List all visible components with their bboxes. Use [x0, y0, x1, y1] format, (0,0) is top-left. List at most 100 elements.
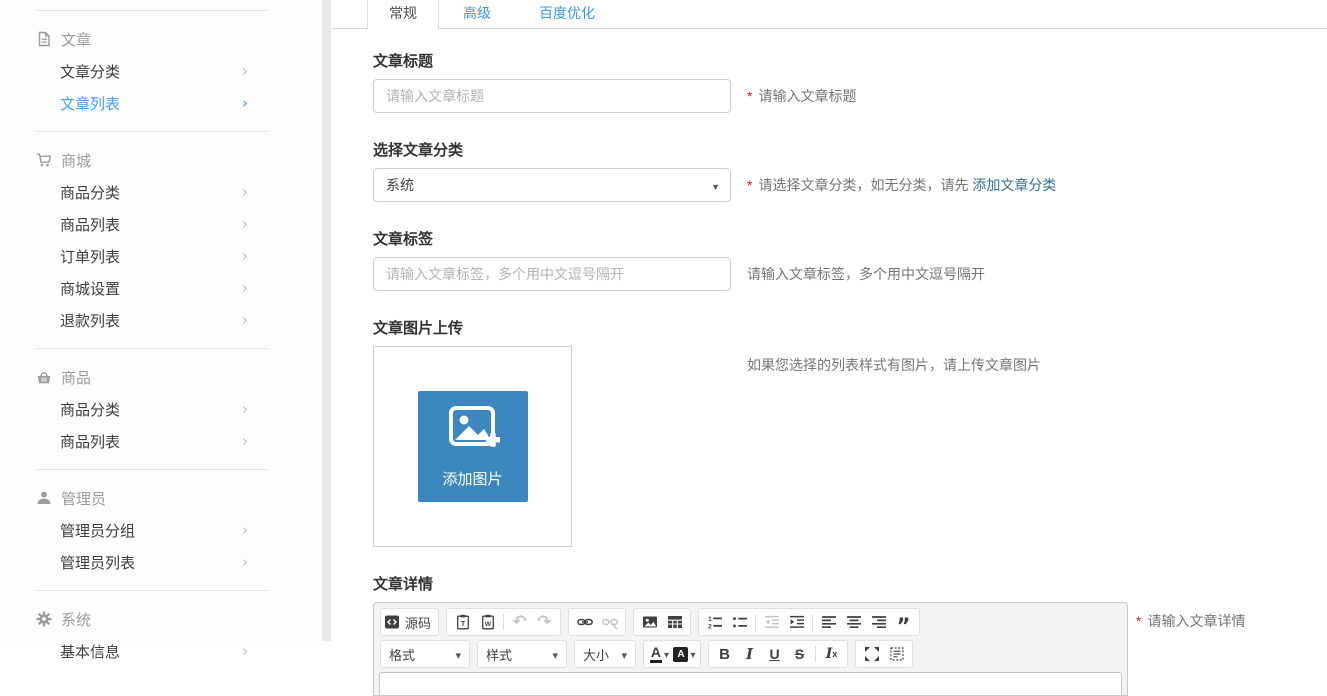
- sidebar-item-admin-group[interactable]: 管理员分组: [0, 514, 322, 546]
- article-title-input[interactable]: [373, 79, 731, 113]
- font-size-dropdown[interactable]: 大小: [574, 640, 636, 668]
- svg-text:W: W: [484, 621, 491, 628]
- undo-icon: ↶: [512, 614, 526, 631]
- bulleted-list-icon: [732, 614, 748, 630]
- basket-icon: [36, 369, 52, 385]
- align-center-button[interactable]: [841, 610, 866, 634]
- section-label: 系统: [61, 609, 91, 630]
- article-form: 文章标题 *请输入文章标题 选择文章分类 系统: [331, 29, 1327, 696]
- svg-text:T: T: [460, 619, 465, 628]
- table-icon: [667, 614, 683, 630]
- unlink-button[interactable]: [597, 610, 622, 634]
- decrease-indent-button[interactable]: [759, 610, 784, 634]
- background-color-button[interactable]: A: [672, 642, 697, 666]
- sidebar-item-product-category[interactable]: 商品分类: [0, 393, 322, 425]
- sidebar-section-mall[interactable]: 商城: [0, 144, 322, 176]
- align-left-button[interactable]: [816, 610, 841, 634]
- style-dropdown[interactable]: 样式: [477, 640, 567, 668]
- sidebar-item-refund-list[interactable]: 退款列表: [0, 304, 322, 336]
- paste-word-icon: W: [480, 614, 496, 630]
- align-right-icon: [871, 614, 887, 630]
- redo-button[interactable]: ↷: [532, 610, 557, 634]
- sidebar-section-product[interactable]: 商品: [0, 361, 322, 393]
- italic-button[interactable]: I: [737, 642, 762, 666]
- add-image-icon: [445, 404, 501, 461]
- align-right-button[interactable]: [866, 610, 891, 634]
- strikethrough-button[interactable]: S: [787, 642, 812, 666]
- tab-baidu-seo[interactable]: 百度优化: [515, 0, 619, 28]
- link-button[interactable]: [572, 610, 597, 634]
- article-tags-label: 文章标签: [373, 228, 1327, 249]
- underline-button[interactable]: U: [762, 642, 787, 666]
- source-button[interactable]: 源码: [384, 610, 435, 634]
- maximize-button[interactable]: [859, 642, 884, 666]
- sidebar-item-admin-list[interactable]: 管理员列表: [0, 546, 322, 578]
- chevron-right-icon: [242, 400, 248, 418]
- divider: [36, 469, 268, 470]
- blockquote-button[interactable]: ”: [891, 610, 916, 634]
- link-icon: [577, 614, 593, 630]
- selected-category: 系统: [386, 175, 414, 195]
- paste-as-text-button[interactable]: T: [450, 610, 475, 634]
- outdent-icon: [764, 614, 780, 630]
- sidebar-item-basic-info[interactable]: 基本信息: [0, 635, 322, 667]
- chevron-right-icon: [242, 311, 248, 329]
- field-article-detail: 文章详情 源码: [373, 573, 1327, 696]
- chevron-right-icon: [242, 642, 248, 660]
- show-blocks-icon: [889, 646, 905, 662]
- remove-format-button[interactable]: Ix: [819, 642, 844, 666]
- field-article-image: 文章图片上传: [373, 317, 1327, 547]
- cart-icon: [36, 152, 52, 168]
- required-asterisk: *: [747, 177, 752, 193]
- image-upload-dropzone[interactable]: 添加图片: [373, 346, 572, 547]
- redo-icon: ↷: [537, 614, 551, 631]
- add-category-link[interactable]: 添加文章分类: [972, 177, 1056, 193]
- sidebar-item-order-list[interactable]: 订单列表: [0, 240, 322, 272]
- align-center-icon: [846, 614, 862, 630]
- required-asterisk: *: [1136, 613, 1141, 629]
- increase-indent-button[interactable]: [784, 610, 809, 634]
- svg-text:1: 1: [708, 616, 712, 623]
- sidebar-item-product-list[interactable]: 商品列表: [0, 425, 322, 457]
- article-image-hint: 如果您选择的列表样式有图片，请上传文章图片: [747, 346, 1041, 375]
- caret-down-icon: [621, 647, 627, 662]
- article-category-select[interactable]: 系统: [373, 168, 731, 202]
- add-image-button[interactable]: 添加图片: [418, 391, 528, 502]
- article-title-label: 文章标题: [373, 50, 1327, 71]
- gear-icon: [36, 611, 52, 627]
- numbered-list-button[interactable]: 12: [702, 610, 727, 634]
- insert-image-button[interactable]: [637, 610, 662, 634]
- undo-button[interactable]: ↶: [507, 610, 532, 634]
- sidebar: 文章 文章分类 文章列表 商城 商品分类 商品列表 订单列表: [0, 0, 322, 641]
- sidebar-item-goods-list[interactable]: 商品列表: [0, 208, 322, 240]
- bulleted-list-button[interactable]: [727, 610, 752, 634]
- sidebar-item-mall-settings[interactable]: 商城设置: [0, 272, 322, 304]
- sidebar-item-article-category[interactable]: 文章分类: [0, 55, 322, 87]
- add-image-button-label: 添加图片: [442, 468, 502, 489]
- editor-content-area[interactable]: [379, 672, 1122, 696]
- article-tags-input[interactable]: [373, 257, 731, 291]
- svg-text:2: 2: [708, 624, 712, 630]
- tab-advanced[interactable]: 高级: [439, 0, 515, 28]
- sidebar-section-admin[interactable]: 管理员: [0, 482, 322, 514]
- bold-button[interactable]: B: [712, 642, 737, 666]
- source-code-icon: [384, 614, 400, 630]
- divider: [36, 590, 268, 591]
- text-color-button[interactable]: A: [647, 642, 672, 666]
- show-blocks-button[interactable]: [884, 642, 909, 666]
- ordered-list-icon: 12: [707, 614, 723, 630]
- chevron-right-icon: [242, 521, 248, 539]
- format-dropdown[interactable]: 格式: [380, 640, 470, 668]
- sidebar-section-article[interactable]: 文章: [0, 23, 322, 55]
- insert-table-button[interactable]: [662, 610, 687, 634]
- tab-general[interactable]: 常规: [367, 0, 439, 29]
- field-article-title: 文章标题 *请输入文章标题: [373, 50, 1327, 113]
- field-article-category: 选择文章分类 系统 *请选择文章分类，如无分类，请先 添加文章分类: [373, 139, 1327, 202]
- paste-from-word-button[interactable]: W: [475, 610, 500, 634]
- sidebar-item-article-list[interactable]: 文章列表: [0, 87, 322, 119]
- sidebar-item-goods-category[interactable]: 商品分类: [0, 176, 322, 208]
- document-icon: [36, 31, 52, 47]
- sidebar-section-system[interactable]: 系统: [0, 603, 322, 635]
- chevron-right-icon: [242, 215, 248, 233]
- section-label: 商品: [61, 367, 91, 388]
